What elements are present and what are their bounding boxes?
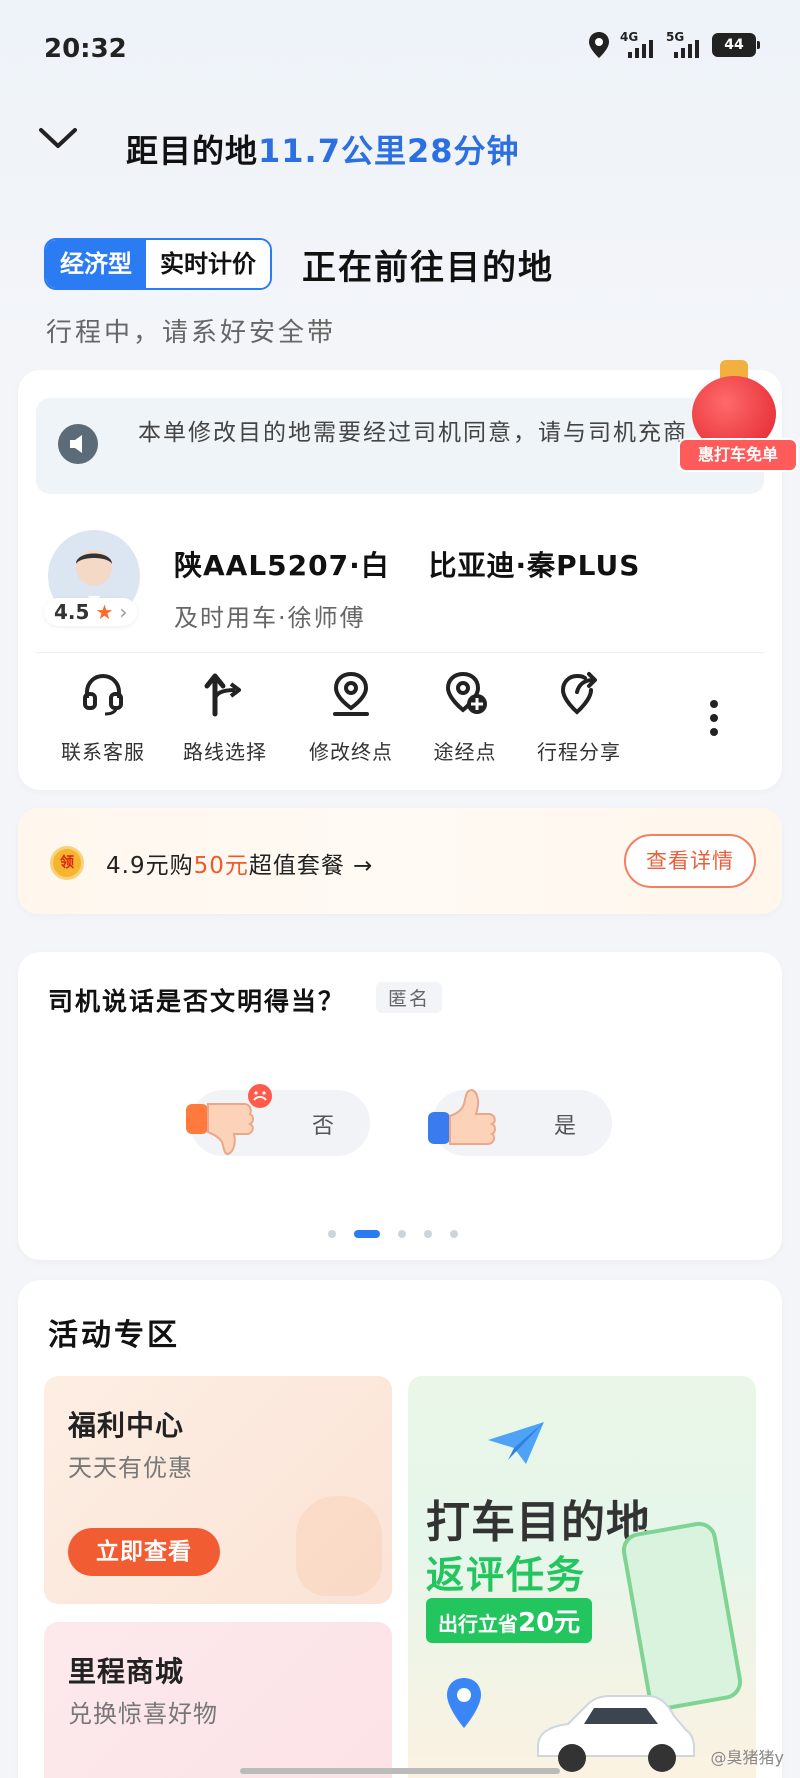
- pagination-dots: [328, 1230, 458, 1238]
- promo-text: 4.9元购50元超值套餐 →: [106, 853, 374, 879]
- mileage-subtitle: 兑换惊喜好物: [68, 1700, 218, 1728]
- thumbs-down-icon: [186, 1084, 272, 1156]
- driver-service: 及时用车·徐师傅: [174, 604, 366, 632]
- home-indicator[interactable]: [240, 1768, 560, 1774]
- chevron-right-icon: ›: [119, 600, 128, 624]
- more-icon[interactable]: [704, 700, 724, 744]
- lantern-promo-badge[interactable]: 惠打车免单: [678, 358, 798, 488]
- trip-status-row: 经济型 实时计价 正在前往目的地: [44, 238, 554, 290]
- driver-card: 本单修改目的地需要经过司机同意，请与司机充商 惠打车免单 4.5 ★ › 陕AA…: [18, 360, 798, 790]
- page-dot[interactable]: [424, 1230, 432, 1238]
- page-dot[interactable]: [398, 1230, 406, 1238]
- ride-type-tag: 经济型 实时计价: [44, 238, 272, 290]
- survey-yes-button[interactable]: 是: [428, 1088, 612, 1156]
- notice-text: 本单修改目的地需要经过司机同意，请与司机充商: [138, 420, 688, 446]
- banner-subheadline: 返评任务: [426, 1553, 587, 1597]
- promo-highlight: 50元: [193, 853, 249, 879]
- destination-duration: 28分钟: [406, 132, 520, 170]
- paper-plane-icon: [488, 1422, 544, 1464]
- review-task-banner[interactable]: 打车目的地 返评任务 出行立省20元: [408, 1376, 756, 1778]
- status-bar: 20:32 4G 5G 44: [0, 0, 800, 100]
- banner-badge: 出行立省20元: [426, 1598, 593, 1643]
- rating-value: 4.5: [54, 600, 90, 624]
- welfare-center-tile[interactable]: 福利中心 天天有优惠 立即查看: [44, 1376, 392, 1604]
- anonymous-badge: 匿名: [376, 982, 443, 1013]
- chevron-down-icon[interactable]: [38, 124, 78, 154]
- view-details-button[interactable]: 查看详情: [624, 834, 756, 888]
- page-dot[interactable]: [450, 1230, 458, 1238]
- speaker-icon: [58, 424, 98, 464]
- share-trip-icon: [560, 672, 597, 715]
- notice-banner: 本单修改目的地需要经过司机同意，请与司机充商: [36, 398, 764, 494]
- battery-icon: 44: [712, 33, 760, 57]
- divider: [36, 652, 764, 653]
- survey-no-button[interactable]: 否: [186, 1084, 370, 1156]
- package-promo-banner[interactable]: 领 4.9元购50元超值套餐 → 查看详情: [18, 808, 782, 914]
- banner-headline: 打车目的地: [426, 1497, 651, 1548]
- location-pin-icon: [333, 671, 369, 716]
- page-dot[interactable]: [328, 1230, 336, 1238]
- share-trip-button[interactable]: 行程分享: [524, 670, 634, 765]
- map-pin-icon: [447, 1678, 481, 1728]
- status-icons: 4G 5G 44: [588, 30, 760, 60]
- waypoint-button[interactable]: 途经点: [410, 670, 520, 765]
- add-waypoint-icon: [445, 671, 487, 714]
- action-label: 行程分享: [537, 740, 621, 764]
- lantern-label: 惠打车免单: [678, 438, 798, 472]
- route-icon: [204, 673, 241, 717]
- survey-yes-label: 是: [553, 1114, 576, 1139]
- survey-no-label: 否: [311, 1114, 334, 1139]
- destination-prefix: 距目的地: [126, 132, 259, 170]
- action-label: 联系客服: [61, 740, 145, 764]
- change-destination-button[interactable]: 修改终点: [296, 670, 406, 765]
- mileage-title: 里程商城: [68, 1655, 185, 1688]
- thumbs-up-icon: [428, 1088, 496, 1145]
- trip-status-subtitle: 行程中，请系好安全带: [46, 318, 337, 348]
- pricing-label: 实时计价: [146, 240, 270, 288]
- welfare-title: 福利中心: [68, 1409, 185, 1442]
- action-bar: 联系客服 路线选择 修改终点 途经点 行程分享: [18, 670, 782, 780]
- status-time: 20:32: [44, 34, 127, 64]
- survey-question: 司机说话是否文明得当？: [48, 987, 346, 1016]
- headset-icon: [83, 673, 123, 716]
- view-now-button[interactable]: 立即查看: [68, 1528, 220, 1576]
- signal-5g-icon: 5G: [666, 30, 702, 60]
- location-icon: [589, 32, 609, 58]
- car-model: 比亚迪·秦PLUS: [428, 549, 641, 582]
- contact-support-button[interactable]: 联系客服: [48, 670, 158, 765]
- route-select-button[interactable]: 路线选择: [170, 670, 280, 765]
- car-illustration: [537, 1695, 695, 1772]
- page-dot-active[interactable]: [354, 1230, 380, 1238]
- driver-rating[interactable]: 4.5 ★ ›: [44, 598, 138, 626]
- destination-info: 距目的地11.7公里28分钟: [126, 126, 520, 172]
- license-plate: 陕AAL5207·白: [174, 549, 390, 582]
- mileage-mall-tile[interactable]: 里程商城 兑换惊喜好物: [44, 1622, 392, 1778]
- destination-distance: 11.7公里: [258, 132, 407, 170]
- action-label: 路线选择: [183, 740, 267, 764]
- trip-status-title: 正在前往目的地: [302, 247, 554, 288]
- vehicle-info: 陕AAL5207·白 比亚迪·秦PLUS: [174, 544, 640, 584]
- money-bag-icon: [296, 1496, 382, 1596]
- driver-survey-card: 司机说话是否文明得当？ 匿名 否 是: [18, 952, 782, 1260]
- action-label: 途经点: [433, 740, 497, 764]
- watermark: @臭猪猪y: [710, 1748, 784, 1767]
- coin-icon: 领: [50, 846, 84, 880]
- welfare-subtitle: 天天有优惠: [68, 1454, 193, 1482]
- activity-zone-card: 活动专区 福利中心 天天有优惠 立即查看 里程商城 兑换惊喜好物 打车目的地 返…: [18, 1280, 782, 1778]
- activity-title: 活动专区: [48, 1318, 180, 1353]
- ride-type-label: 经济型: [46, 240, 146, 288]
- action-label: 修改终点: [309, 740, 393, 764]
- star-icon: ★: [95, 600, 114, 624]
- signal-4g-icon: 4G: [620, 30, 656, 60]
